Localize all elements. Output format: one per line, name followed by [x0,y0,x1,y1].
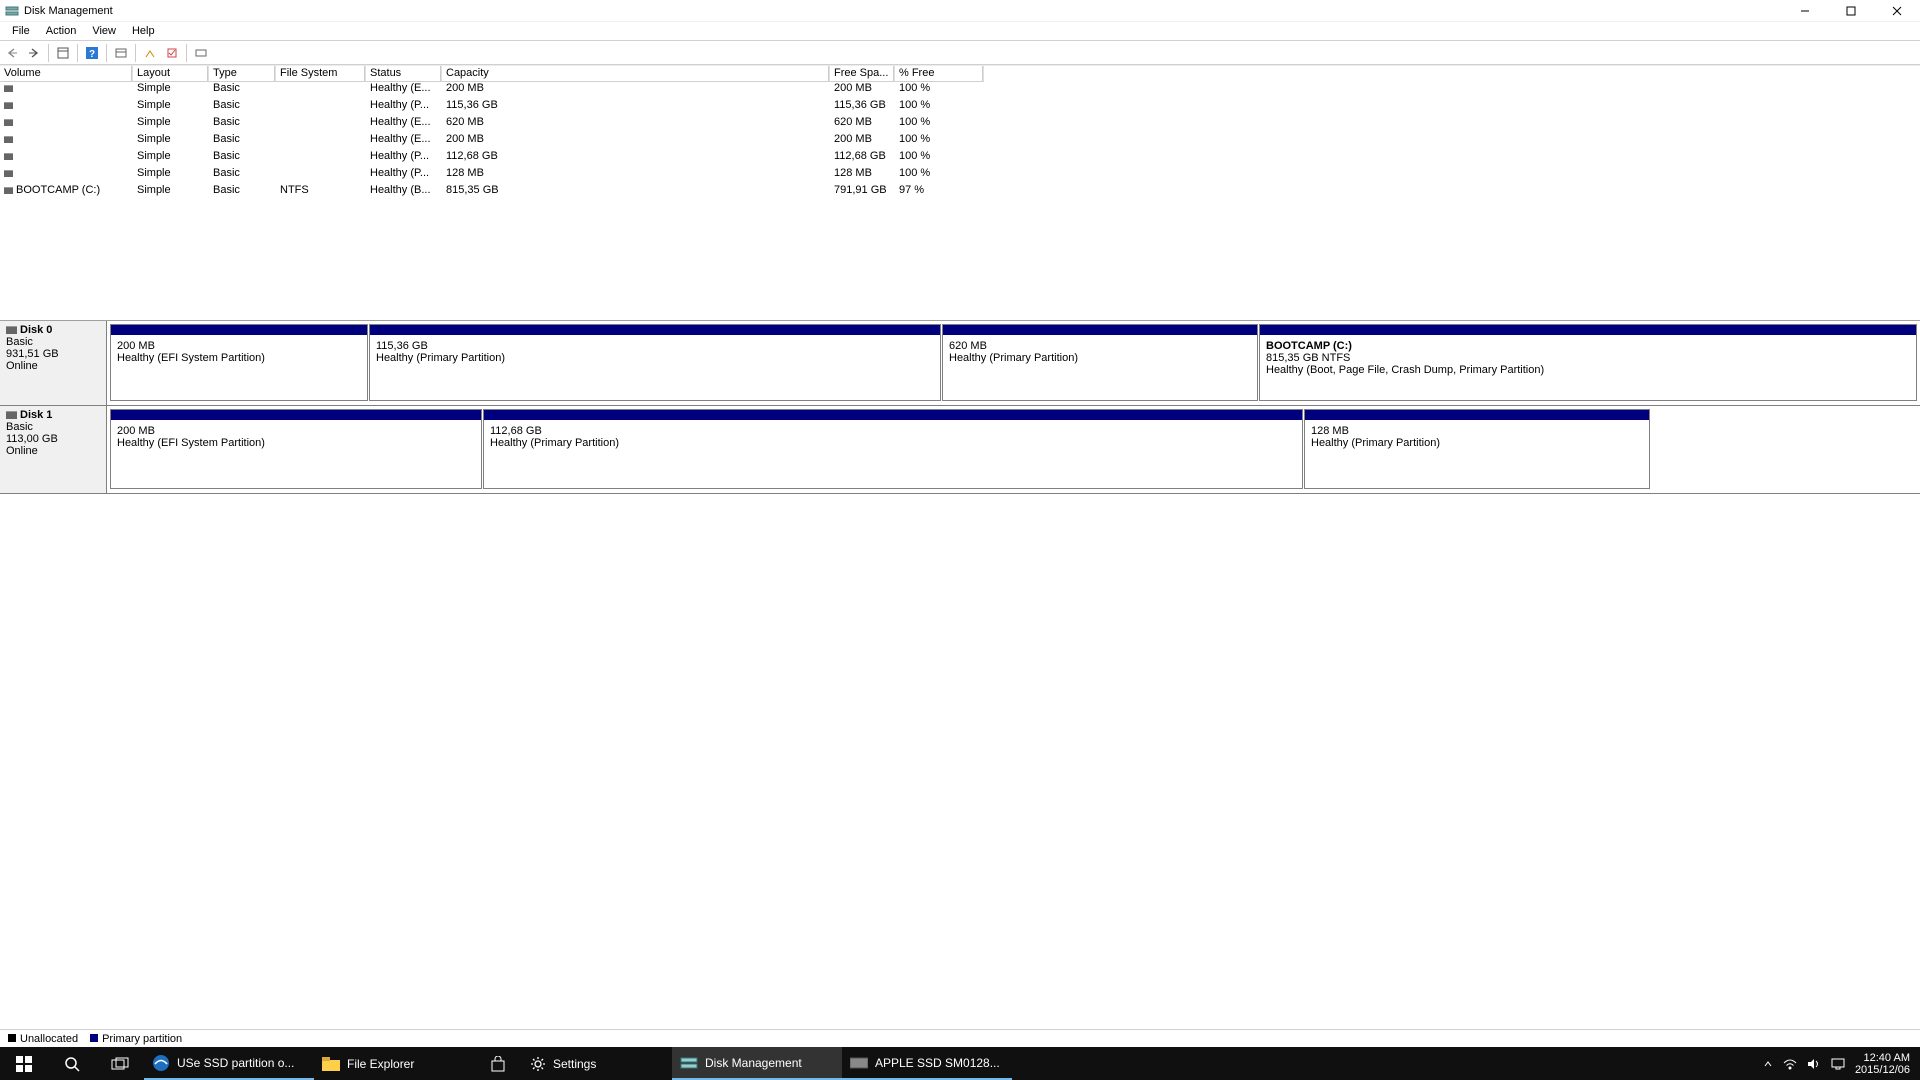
volume-row[interactable]: SimpleBasicHealthy (P...128 MB128 MB100 … [0,167,1920,184]
legend-primary: Primary partition [90,1033,182,1045]
disk-info[interactable]: Disk 0Basic931,51 GBOnline [0,321,107,405]
start-button[interactable] [0,1047,48,1080]
toolbar-icon-3[interactable] [162,43,182,63]
system-tray: 12:40 AM 2015/12/06 [1763,1052,1920,1076]
task-diskmgmt[interactable]: Disk Management [672,1047,842,1080]
partition[interactable]: 115,36 GBHealthy (Primary Partition) [369,324,941,401]
volume-row[interactable]: SimpleBasicHealthy (P...112,68 GB112,68 … [0,150,1920,167]
volume-row[interactable]: SimpleBasicHealthy (P...115,36 GB115,36 … [0,99,1920,116]
svg-text:?: ? [89,49,95,60]
disk-row: Disk 0Basic931,51 GBOnline200 MBHealthy … [0,321,1920,406]
tray-volume-icon[interactable] [1807,1058,1821,1070]
taskbar: USe SSD partition o... File Explorer Set… [0,1047,1920,1080]
title-bar: Disk Management [0,0,1920,22]
minimize-button[interactable] [1782,0,1828,22]
properties-icon[interactable] [53,43,73,63]
tray-clock[interactable]: 12:40 AM 2015/12/06 [1855,1052,1916,1076]
toolbar: ? [0,41,1920,65]
list-header: Volume Layout Type File System Status Ca… [0,65,1920,82]
close-button[interactable] [1874,0,1920,22]
task-edge[interactable]: USe SSD partition o... [144,1047,314,1080]
menu-help[interactable]: Help [124,23,163,39]
partition[interactable]: 200 MBHealthy (EFI System Partition) [110,324,368,401]
disk-row: Disk 1Basic113,00 GBOnline200 MBHealthy … [0,406,1920,494]
toolbar-icon-2[interactable] [140,43,160,63]
col-capacity[interactable]: Capacity [442,66,830,82]
volume-row[interactable]: SimpleBasicHealthy (E...200 MB200 MB100 … [0,133,1920,150]
forward-icon[interactable] [24,43,44,63]
partition[interactable]: 620 MBHealthy (Primary Partition) [942,324,1258,401]
help-icon[interactable]: ? [82,43,102,63]
task-explorer[interactable]: File Explorer [314,1047,474,1080]
volume-list: Volume Layout Type File System Status Ca… [0,65,1920,321]
disk-info[interactable]: Disk 1Basic113,00 GBOnline [0,406,107,493]
search-button[interactable] [48,1047,96,1080]
col-pfree[interactable]: % Free [895,66,984,82]
col-layout[interactable]: Layout [133,66,209,82]
menu-view[interactable]: View [84,23,124,39]
col-status[interactable]: Status [366,66,442,82]
tray-wifi-icon[interactable] [1783,1058,1797,1070]
back-icon[interactable] [2,43,22,63]
toolbar-icon-1[interactable] [111,43,131,63]
col-type[interactable]: Type [209,66,276,82]
menu-file[interactable]: File [4,23,38,39]
volume-row[interactable]: SimpleBasicHealthy (E...620 MB620 MB100 … [0,116,1920,133]
taskview-button[interactable] [96,1047,144,1080]
partition[interactable]: 112,68 GBHealthy (Primary Partition) [483,409,1303,489]
tray-notifications-icon[interactable] [1831,1058,1845,1070]
col-free[interactable]: Free Spa... [830,66,895,82]
toolbar-icon-4[interactable] [191,43,211,63]
partition[interactable]: 200 MBHealthy (EFI System Partition) [110,409,482,489]
window-title: Disk Management [24,5,113,17]
partition[interactable]: BOOTCAMP (C:)815,35 GB NTFSHealthy (Boot… [1259,324,1917,401]
partition[interactable]: 128 MBHealthy (Primary Partition) [1304,409,1650,489]
graphical-view: Disk 0Basic931,51 GBOnline200 MBHealthy … [0,321,1920,494]
col-volume[interactable]: Volume [0,66,133,82]
menu-bar: File Action View Help [0,22,1920,41]
legend-unallocated: Unallocated [8,1033,78,1045]
menu-action[interactable]: Action [38,23,85,39]
task-settings[interactable]: Settings [522,1047,672,1080]
volume-row[interactable]: SimpleBasicHealthy (E...200 MB200 MB100 … [0,82,1920,99]
legend: Unallocated Primary partition [0,1029,1920,1047]
maximize-button[interactable] [1828,0,1874,22]
volume-row[interactable]: BOOTCAMP (C:)SimpleBasicNTFSHealthy (B..… [0,184,1920,201]
tray-chevron-icon[interactable] [1763,1059,1773,1069]
task-ssd[interactable]: APPLE SSD SM0128... [842,1047,1012,1080]
col-fs[interactable]: File System [276,66,366,82]
app-icon [4,3,20,19]
task-store[interactable] [474,1047,522,1080]
